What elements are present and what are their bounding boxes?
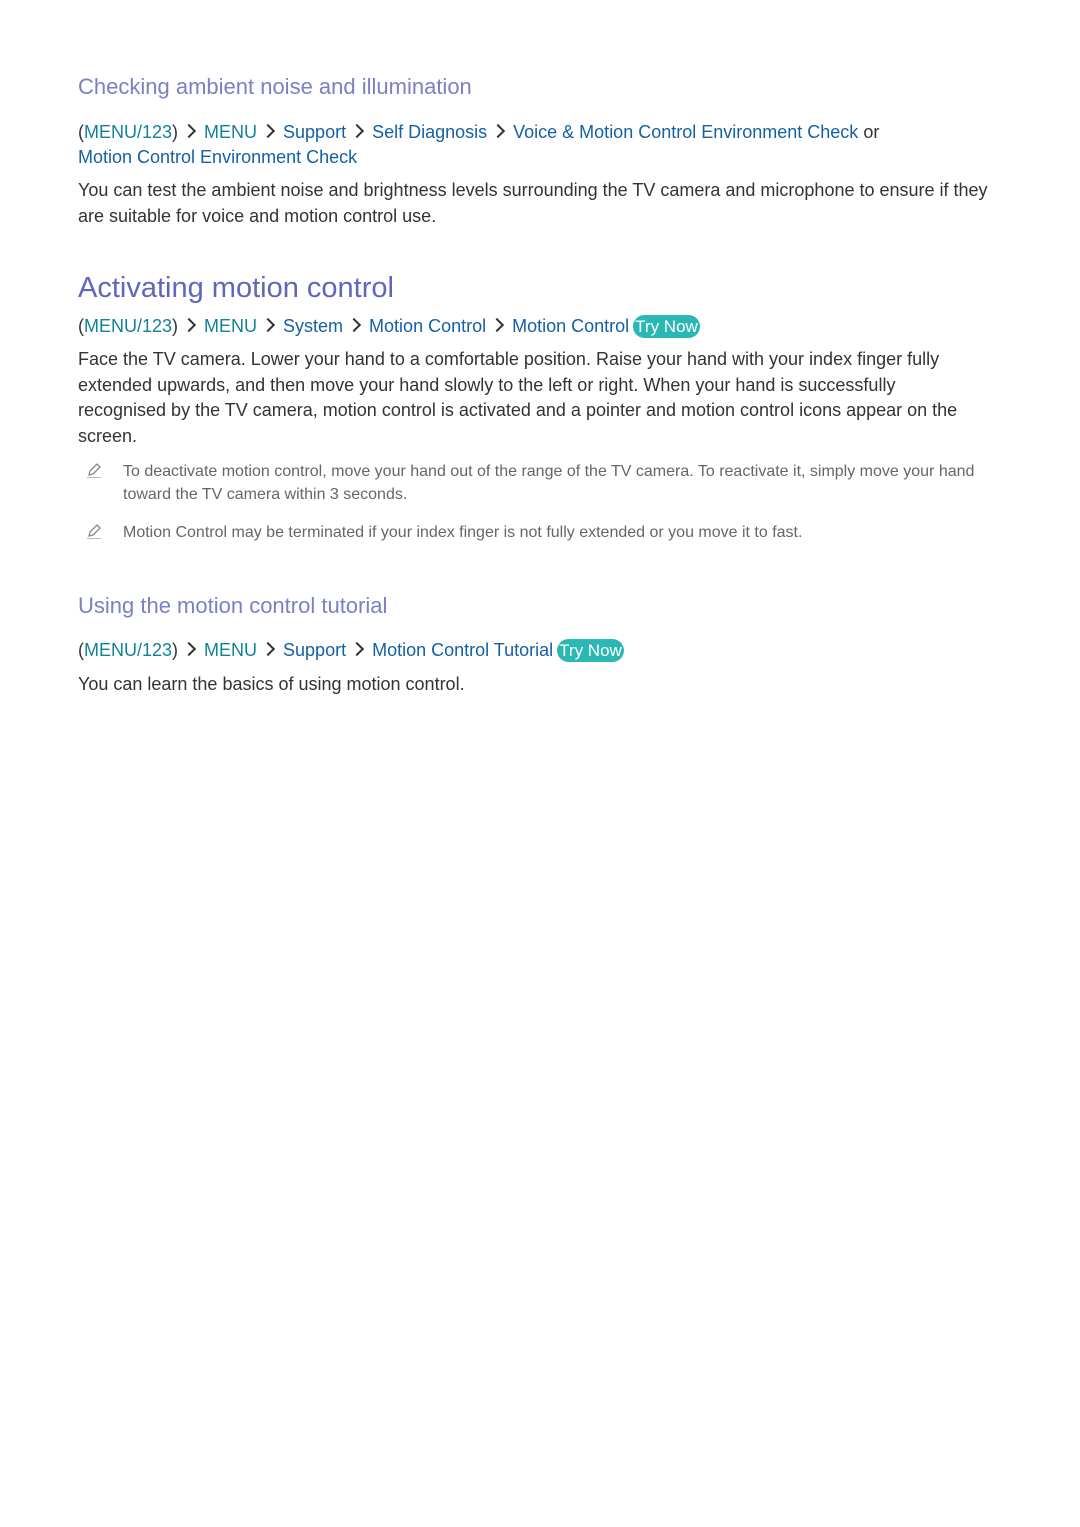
path-support[interactable]: Support — [283, 122, 346, 142]
chevron-right-icon — [260, 641, 276, 657]
chevron-right-icon — [181, 123, 197, 139]
section-heading-activating: Activating motion control — [78, 272, 394, 304]
chevron-right-icon — [181, 317, 197, 333]
section-heading-tutorial: Using the motion control tutorial — [78, 593, 388, 618]
chevron-right-icon — [350, 123, 365, 139]
note: Motion Control may be terminated if your… — [78, 521, 988, 544]
or-text: or — [863, 122, 880, 142]
ambient-description: You can test the ambient noise and brigh… — [78, 180, 988, 226]
activating-description: Face the TV camera. Lower your hand to a… — [78, 349, 958, 446]
path-motion-control[interactable]: Motion Control — [369, 316, 486, 336]
path-system[interactable]: System — [283, 316, 343, 336]
path-menu[interactable]: MENU — [204, 316, 257, 336]
chevron-right-icon — [490, 317, 505, 333]
path-menu123[interactable]: MENU/123 — [84, 640, 172, 660]
menu-path-tutorial: (MENU/123) MENU Support Motion Control Tuto… — [78, 639, 624, 662]
pencil-note-icon — [87, 463, 101, 478]
menu-path-activating: (MENU/123) MENU System Motion Control Motion… — [78, 315, 700, 338]
pencil-note-icon — [87, 524, 101, 539]
path-motion-control-item[interactable]: Motion Control — [512, 316, 629, 336]
tutorial-description: You can learn the basics of using motion… — [78, 674, 465, 694]
try-now-button[interactable]: Try Now — [633, 315, 700, 338]
path-voice-motion-env-check[interactable]: Voice & Motion Control Environment Check — [513, 122, 858, 142]
note: To deactivate motion control, move your … — [78, 460, 988, 506]
path-menu[interactable]: MENU — [204, 122, 257, 142]
chevron-right-icon — [260, 123, 276, 139]
path-menu[interactable]: MENU — [204, 640, 257, 660]
chevron-right-icon — [260, 317, 276, 333]
path-motion-env-check[interactable]: Motion Control Environment Check — [78, 147, 357, 167]
chevron-right-icon — [181, 641, 197, 657]
chevron-right-icon — [350, 641, 365, 657]
try-now-button[interactable]: Try Now — [557, 639, 624, 662]
path-menu123[interactable]: MENU/123 — [84, 122, 172, 142]
path-self-diagnosis[interactable]: Self Diagnosis — [372, 122, 487, 142]
chevron-right-icon — [491, 123, 506, 139]
path-menu123[interactable]: MENU/123 — [84, 316, 172, 336]
menu-path-ambient: (MENU/123) MENU Support Self Diagnosis Voice… — [78, 122, 880, 167]
path-motion-control-tutorial[interactable]: Motion Control Tutorial — [372, 640, 553, 660]
chevron-right-icon — [346, 317, 362, 333]
section-heading-ambient: Checking ambient noise and illumination — [78, 74, 472, 99]
path-support[interactable]: Support — [283, 640, 346, 660]
